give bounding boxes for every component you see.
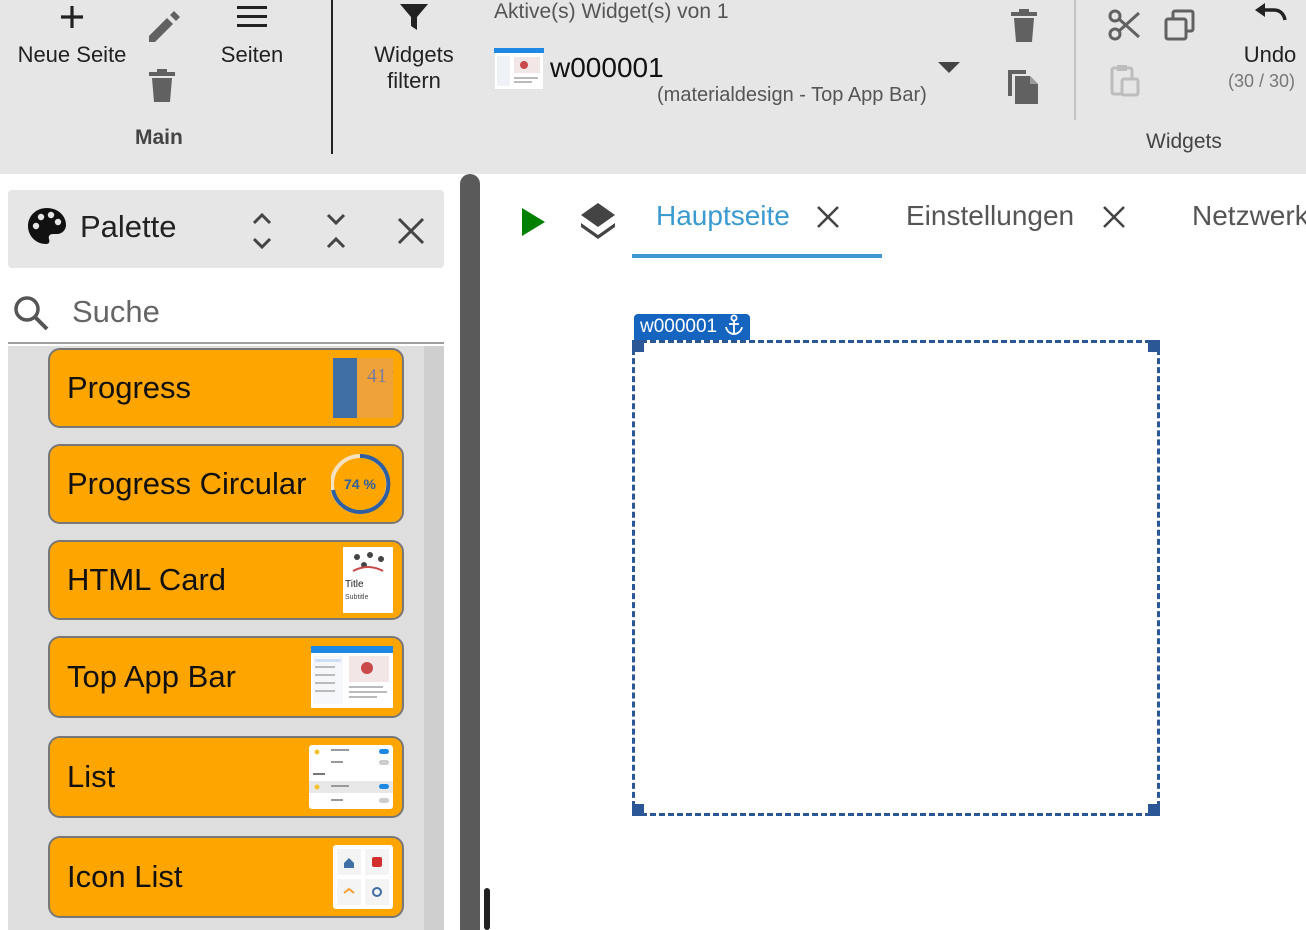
palette-item-top-app-bar[interactable]: Top App Bar — [48, 636, 404, 718]
chevron-down-icon — [938, 62, 960, 73]
cut-icon[interactable] — [1108, 8, 1142, 42]
menu-icon — [237, 6, 267, 27]
paste-icon[interactable] — [1108, 64, 1142, 98]
palette-item-html-card[interactable]: HTML Card Title Subtitle — [48, 540, 404, 620]
plus-icon — [61, 6, 83, 28]
list-thumbnail — [309, 745, 393, 809]
progress-circle-thumb-value: 74 % — [344, 476, 376, 492]
resize-handle-bottom-left[interactable] — [632, 804, 644, 816]
palette-item-progress[interactable]: Progress 41 % — [48, 348, 404, 428]
icon-list-thumbnail — [333, 845, 393, 909]
filter-widgets-button[interactable]: Widgets filtern — [360, 0, 468, 96]
palette-item-label: List — [67, 759, 116, 794]
delete-page-icon[interactable] — [147, 68, 177, 104]
filter-label-2: filtern — [387, 68, 441, 93]
palette-item-label: HTML Card — [67, 562, 227, 597]
expand-all-icon[interactable] — [250, 210, 274, 252]
progress-circle-thumbnail: 74 % — [331, 453, 391, 514]
palette-item-progress-circular[interactable]: Progress Circular 74 % — [48, 444, 404, 524]
undo-button[interactable]: Undo (30 / 30) — [1222, 0, 1306, 96]
collapse-all-icon[interactable] — [324, 210, 348, 252]
palette-icon — [28, 208, 66, 244]
filter-label-1: Widgets — [374, 42, 454, 67]
new-page-button[interactable]: Neue Seite — [10, 0, 134, 72]
toolbar-divider — [331, 0, 333, 154]
close-tab-icon[interactable] — [816, 205, 840, 229]
active-widget-selector[interactable]: w000001 (materialdesign - Top App Bar) — [492, 44, 968, 110]
duplicate-widget-icon[interactable] — [1006, 66, 1040, 106]
anchor-icon[interactable] — [724, 314, 744, 336]
filter-icon — [400, 4, 428, 30]
tab-label: Hauptseite — [656, 200, 790, 231]
active-widgets-header: Aktive(s) Widget(s) von 1 — [494, 0, 729, 23]
close-icon[interactable] — [396, 216, 426, 246]
progress-bar-thumbnail: 41 % — [333, 358, 393, 418]
palette-panel: Palette Progress 41 % — [0, 174, 460, 930]
widget-thumbnail — [494, 48, 544, 90]
tab-netzwerk[interactable]: Netzwerk — [1192, 200, 1306, 258]
progress-thumb-value: 41 % — [367, 365, 393, 387]
active-widget-id: w000001 — [550, 52, 664, 83]
pages-label: Seiten — [220, 42, 284, 67]
palette-item-icon-list[interactable]: Icon List — [48, 836, 404, 918]
palette-title: Palette — [80, 209, 177, 244]
editor-area: Hauptseite Einstellungen Netzwerk w00000… — [496, 174, 1306, 930]
palette-scrollbar[interactable] — [424, 346, 444, 930]
pencil-icon[interactable] — [143, 6, 183, 46]
tab-label: Netzwerk — [1192, 200, 1306, 231]
main-group-label: Main — [135, 126, 183, 149]
palette-list: Progress 41 % Progress Circular 74 % HTM… — [8, 346, 444, 930]
top-app-bar-thumbnail — [311, 646, 393, 708]
copy-icon[interactable] — [1163, 8, 1197, 42]
tab-label: Einstellungen — [906, 200, 1075, 231]
palette-search — [8, 278, 444, 344]
tab-einstellungen[interactable]: Einstellungen — [906, 200, 1136, 258]
new-page-label: Neue Seite — [17, 42, 127, 67]
panel-splitter[interactable] — [460, 174, 480, 930]
palette-item-list[interactable]: List — [48, 736, 404, 818]
palette-item-label: Icon List — [67, 859, 183, 894]
html-card-thumbnail: Title Subtitle — [343, 547, 393, 613]
resize-handle-bottom-right[interactable] — [1148, 804, 1160, 816]
palette-item-label: Progress — [67, 370, 192, 405]
undo-icon — [1255, 3, 1287, 21]
tab-hauptseite[interactable]: Hauptseite — [656, 200, 856, 258]
palette-item-label: Top App Bar — [67, 659, 236, 694]
html-card-thumb-title: Title — [345, 579, 364, 590]
undo-count: (30 / 30) — [1228, 71, 1296, 91]
delete-widget-icon[interactable] — [1009, 8, 1039, 44]
play-icon[interactable] — [520, 207, 546, 237]
widgets-group-label: Widgets — [1146, 130, 1222, 153]
widget-id-label: w000001 — [634, 314, 751, 340]
active-widget-type: (materialdesign - Top App Bar) — [657, 84, 927, 106]
splitter-grip[interactable] — [484, 888, 490, 930]
search-input[interactable] — [72, 292, 432, 332]
close-tab-icon[interactable] — [1102, 205, 1126, 229]
toolbar-divider-2 — [1074, 0, 1076, 120]
resize-handle-top-left[interactable] — [632, 340, 644, 352]
palette-header: Palette — [8, 190, 444, 268]
html-card-thumb-subtitle: Subtitle — [345, 594, 368, 601]
search-icon — [14, 296, 49, 331]
resize-handle-top-right[interactable] — [1148, 340, 1160, 352]
widget-id-text: w000001 — [640, 316, 718, 337]
active-tab-indicator — [632, 254, 882, 258]
toolbar: Neue Seite Seiten Main Widgets filtern A… — [0, 0, 1306, 174]
pages-button[interactable]: Seiten — [212, 0, 292, 72]
palette-item-label: Progress Circular — [67, 466, 307, 501]
undo-label: Undo — [1243, 42, 1297, 67]
selected-widget[interactable] — [632, 340, 1160, 816]
layers-icon[interactable] — [578, 201, 618, 241]
